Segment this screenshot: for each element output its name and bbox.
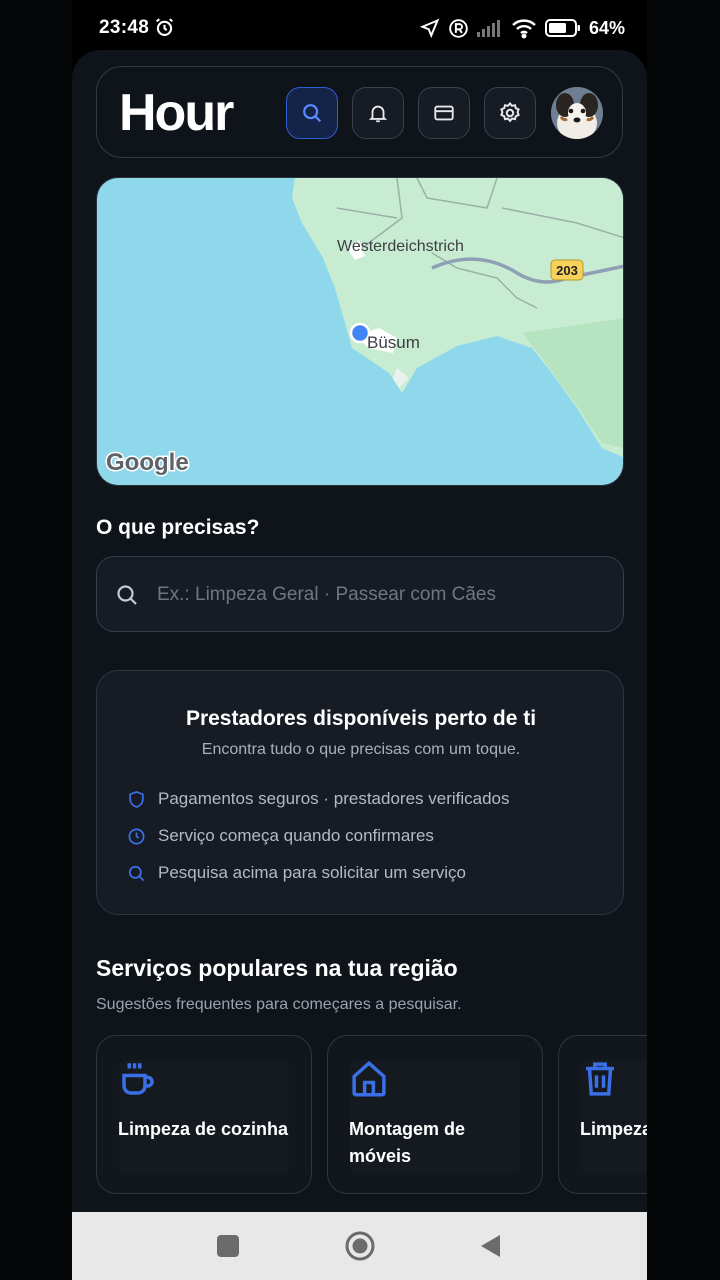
- gear-icon: [500, 101, 520, 123]
- service-card[interactable]: Limpeza de cozinha: [96, 1035, 312, 1194]
- signal-icon: [476, 20, 500, 37]
- service-card[interactable]: Montagem de móveis: [327, 1035, 543, 1194]
- right-backdrop: [647, 0, 720, 1280]
- map-canvas: 203 Westerdeichstrich Büsum Google: [97, 178, 623, 485]
- back-icon[interactable]: [476, 1232, 504, 1260]
- feature-text: Pagamentos seguros · prestadores verific…: [158, 789, 510, 808]
- popular-services-carousel[interactable]: Limpeza de cozinha Montagem de móveis Li…: [96, 1035, 647, 1195]
- search-icon: [117, 585, 137, 605]
- popular-services-title: Serviços populares na tua região: [96, 955, 458, 981]
- popular-services-subtitle: Sugestões frequentes para começares a pe…: [96, 996, 462, 1013]
- feature-text: Pesquisa acima para solicitar um serviço: [158, 863, 467, 882]
- feature-item: Pagamentos seguros · prestadores verific…: [127, 789, 510, 809]
- service-card-label: Montagem de móveis: [349, 1119, 466, 1166]
- app-container: Hour 203 Westerdeichstrich Büsum Google …: [72, 50, 647, 1212]
- map-location-label: Büsum: [367, 333, 420, 352]
- search-section-title: O que precisas?: [96, 516, 260, 539]
- dog-avatar-image: [551, 87, 603, 139]
- clock-icon: [128, 828, 145, 844]
- service-card-label: Limpeza de cozinha: [118, 1119, 289, 1139]
- system-navigation-bar: [72, 1212, 647, 1280]
- location-map[interactable]: 203 Westerdeichstrich Büsum Google: [96, 177, 624, 486]
- alarm-icon: [155, 18, 174, 36]
- info-card: Prestadores disponíveis perto de ti Enco…: [96, 670, 624, 915]
- feature-text: Serviço começa quando confirmares: [158, 826, 434, 845]
- recent-apps-icon[interactable]: [214, 1232, 242, 1260]
- home-icon: [352, 1060, 386, 1097]
- google-logo: Google: [106, 449, 189, 476]
- battery-icon: [544, 19, 580, 37]
- status-time: 23:48: [99, 17, 150, 38]
- settings-button[interactable]: [484, 87, 536, 139]
- search-icon: [303, 104, 322, 123]
- home-button-icon[interactable]: [344, 1230, 376, 1262]
- battery-percent: 64%: [588, 17, 625, 38]
- phone-screen: 23:48 64% Hour 203 Westerdeichstrich Büs…: [72, 0, 647, 1280]
- search-icon: [128, 865, 145, 881]
- trash-icon: [586, 1062, 614, 1096]
- card-icon: [434, 105, 454, 121]
- service-search-input[interactable]: Ex.: Limpeza Geral · Passear com Cães: [96, 556, 624, 632]
- bell-icon: [368, 105, 388, 123]
- service-card[interactable]: Limpeza: [558, 1035, 647, 1194]
- payments-button[interactable]: [418, 87, 470, 139]
- feature-item: Pesquisa acima para solicitar um serviço: [127, 863, 466, 883]
- info-card-subtitle: Encontra tudo o que precisas com um toqu…: [201, 741, 521, 758]
- user-avatar[interactable]: [551, 87, 603, 139]
- search-button[interactable]: [286, 87, 338, 139]
- left-backdrop: [0, 0, 72, 1280]
- info-card-title: Prestadores disponíveis perto de ti: [185, 707, 537, 730]
- shield-icon: [129, 790, 144, 808]
- wifi-icon: [512, 19, 536, 39]
- registered-icon: [449, 18, 468, 38]
- notifications-button[interactable]: [352, 87, 404, 139]
- app-logo: Hour: [119, 84, 234, 142]
- coffee-cup-icon: [122, 1063, 154, 1095]
- app-header: Hour: [96, 66, 623, 158]
- location-arrow-icon: [419, 18, 440, 38]
- service-card-label: Limpeza: [580, 1119, 647, 1139]
- map-town-label: Westerdeichstrich: [337, 238, 464, 255]
- status-icons: 64%: [419, 16, 625, 40]
- search-placeholder: Ex.: Limpeza Geral · Passear com Cães: [157, 584, 496, 605]
- road-badge: 203: [556, 263, 578, 278]
- feature-item: Serviço começa quando confirmares: [127, 826, 434, 846]
